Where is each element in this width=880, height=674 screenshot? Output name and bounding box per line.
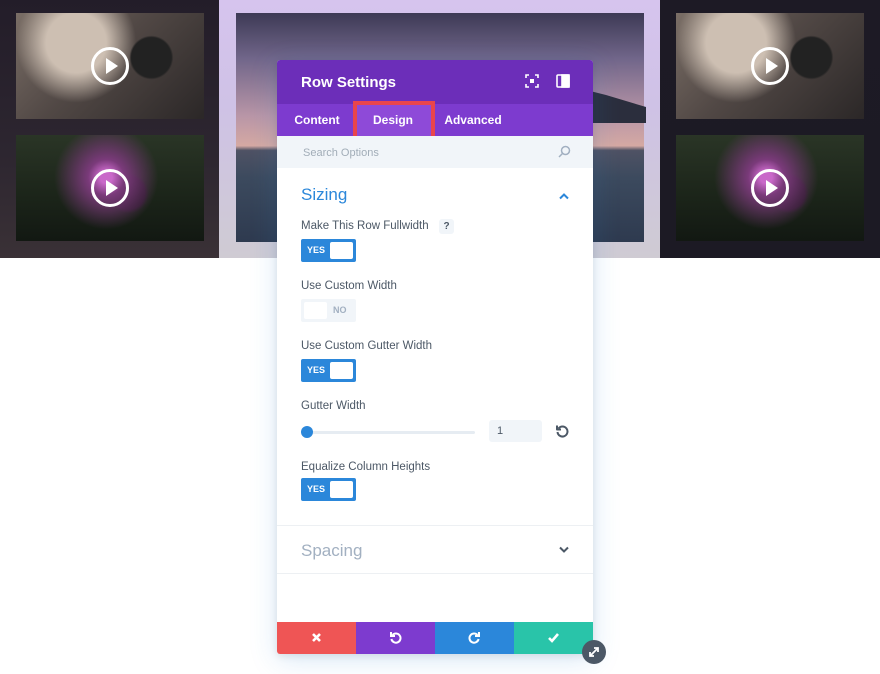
play-icon[interactable]: [91, 47, 129, 85]
resize-icon: [589, 647, 599, 657]
chevron-up-icon[interactable]: [558, 192, 570, 200]
video-thumbnail[interactable]: [16, 135, 204, 241]
custom-width-toggle[interactable]: NO: [301, 299, 356, 322]
redo-button[interactable]: [435, 622, 514, 654]
custom-gutter-label: Use Custom Gutter Width: [301, 340, 433, 352]
modal-header[interactable]: Row Settings: [277, 60, 593, 104]
section-title-sizing[interactable]: Sizing: [301, 185, 347, 205]
modal-title: Row Settings: [301, 74, 397, 91]
equalize-label: Equalize Column Heights: [301, 461, 431, 473]
gutter-width-label: Gutter Width: [301, 400, 366, 412]
divider: [277, 525, 593, 526]
split-view-icon[interactable]: [556, 74, 570, 88]
video-thumbnail[interactable]: [676, 135, 864, 241]
toggle-state: NO: [333, 305, 347, 315]
tab-advanced[interactable]: Advanced: [433, 104, 513, 136]
toggle-state: YES: [307, 245, 326, 255]
gutter-width-input[interactable]: [489, 420, 542, 442]
play-icon[interactable]: [91, 169, 129, 207]
row-settings-modal: Row Settings Content Design Advanced Siz…: [277, 60, 593, 654]
section-title-spacing[interactable]: Spacing: [301, 541, 362, 561]
search-bar: [277, 136, 593, 168]
reset-icon[interactable]: [555, 424, 569, 438]
toggle-knob: [330, 481, 353, 498]
play-icon[interactable]: [751, 169, 789, 207]
search-input[interactable]: [301, 144, 545, 162]
custom-width-label: Use Custom Width: [301, 280, 397, 292]
discard-button[interactable]: [277, 622, 356, 654]
gutter-width-slider-handle[interactable]: [301, 426, 313, 438]
toggle-knob: [330, 362, 353, 379]
search-icon[interactable]: [558, 145, 571, 158]
toggle-knob: [330, 242, 353, 259]
chevron-down-icon[interactable]: [558, 546, 570, 554]
play-icon[interactable]: [751, 47, 789, 85]
check-icon: [548, 633, 559, 643]
tab-content[interactable]: Content: [277, 104, 357, 136]
focus-icon[interactable]: [525, 74, 539, 88]
fullwidth-toggle[interactable]: YES: [301, 239, 356, 262]
background-column-left: [0, 0, 219, 258]
video-thumbnail[interactable]: [676, 13, 864, 119]
video-thumbnail[interactable]: [16, 13, 204, 119]
background-column-right: [660, 0, 880, 258]
equalize-toggle[interactable]: YES: [301, 478, 356, 501]
undo-icon: [390, 632, 402, 644]
modal-footer: [277, 622, 593, 654]
resize-handle[interactable]: [582, 640, 606, 664]
help-icon[interactable]: ?: [439, 219, 454, 234]
undo-button[interactable]: [356, 622, 435, 654]
toggle-knob: [304, 302, 327, 319]
custom-gutter-toggle[interactable]: YES: [301, 359, 356, 382]
fullwidth-label: Make This Row Fullwidth: [301, 220, 429, 232]
tab-bar: Content Design Advanced: [277, 104, 593, 136]
redo-icon: [468, 632, 480, 644]
close-icon: [312, 633, 321, 642]
toggle-state: YES: [307, 484, 326, 494]
toggle-state: YES: [307, 365, 326, 375]
divider: [277, 573, 593, 574]
gutter-width-slider-track[interactable]: [301, 431, 475, 434]
